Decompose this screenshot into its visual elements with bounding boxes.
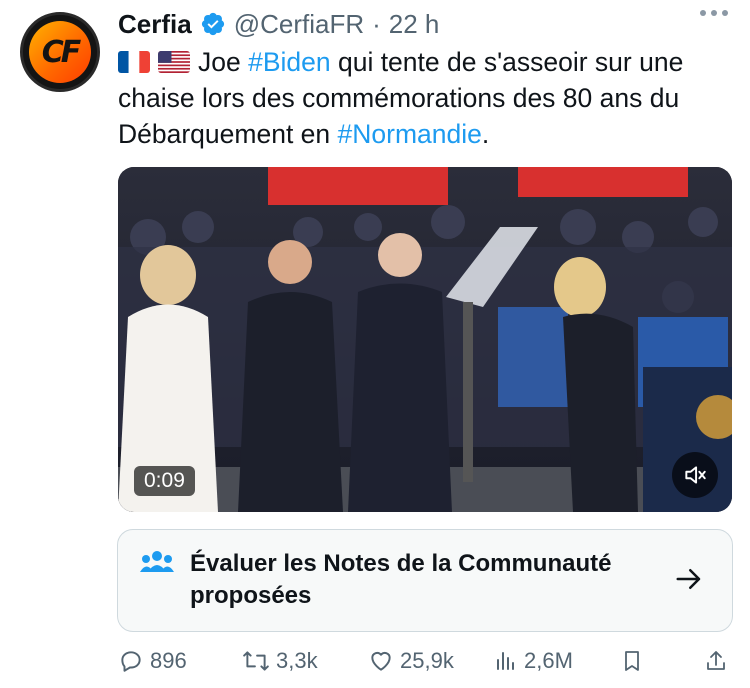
repost-count: 3,3k [276,648,318,673]
verified-badge-icon [201,12,224,36]
tweet-text-part: Joe [198,47,249,77]
bookmark-icon [625,651,639,671]
avatar-logo: CF [29,21,91,83]
reply-button[interactable]: 896 [118,648,187,674]
repost-button[interactable]: 3,3k [242,648,318,674]
author-name[interactable]: Cerfia [118,9,192,40]
tweet-text: Joe #Biden qui tente de s'asseoir sur un… [118,44,733,152]
share-icon [707,651,725,670]
views-chart-icon [497,652,514,670]
bookmark-button[interactable] [620,648,644,674]
hashtag-biden-link[interactable]: #Biden [248,47,331,77]
repost-icon [243,651,269,671]
community-notes-button[interactable]: Évaluer les Notes de la Communauté propo… [117,529,733,632]
video-player[interactable]: 0:09 [118,167,732,512]
like-count: 25,9k [400,648,454,673]
tweet-header: Cerfia @CerfiaFR · 22 h [118,6,439,42]
community-notes-label: Évaluer les Notes de la Communauté propo… [190,550,612,609]
view-count: 2,6M [524,648,573,673]
france-flag-icon [118,51,150,73]
reply-icon [121,651,141,672]
more-options-icon[interactable] [700,10,728,16]
separator-dot: · [372,8,381,39]
share-button[interactable] [704,648,728,674]
like-button[interactable]: 25,9k [368,648,454,674]
reply-count: 896 [150,648,187,673]
speaker-muted-icon [685,466,706,484]
usa-flag-icon [158,51,190,73]
arrow-right-icon [676,569,701,589]
avatar-logo-text: CF [41,34,81,70]
author-handle[interactable]: @CerfiaFR [234,9,364,40]
mute-button[interactable] [672,452,718,498]
video-frame [118,167,732,512]
avatar[interactable]: CF [20,12,100,92]
tweet-time[interactable]: 22 h [389,9,440,40]
views-button[interactable]: 2,6M [494,648,573,674]
hashtag-normandie-link[interactable]: #Normandie [338,119,482,149]
heart-icon [371,651,391,671]
tweet-actions: 896 3,3k 25,9k 2,6M [118,648,733,682]
tweet-text-part: . [481,119,490,149]
people-icon [140,551,174,572]
video-duration: 0:09 [134,466,195,496]
